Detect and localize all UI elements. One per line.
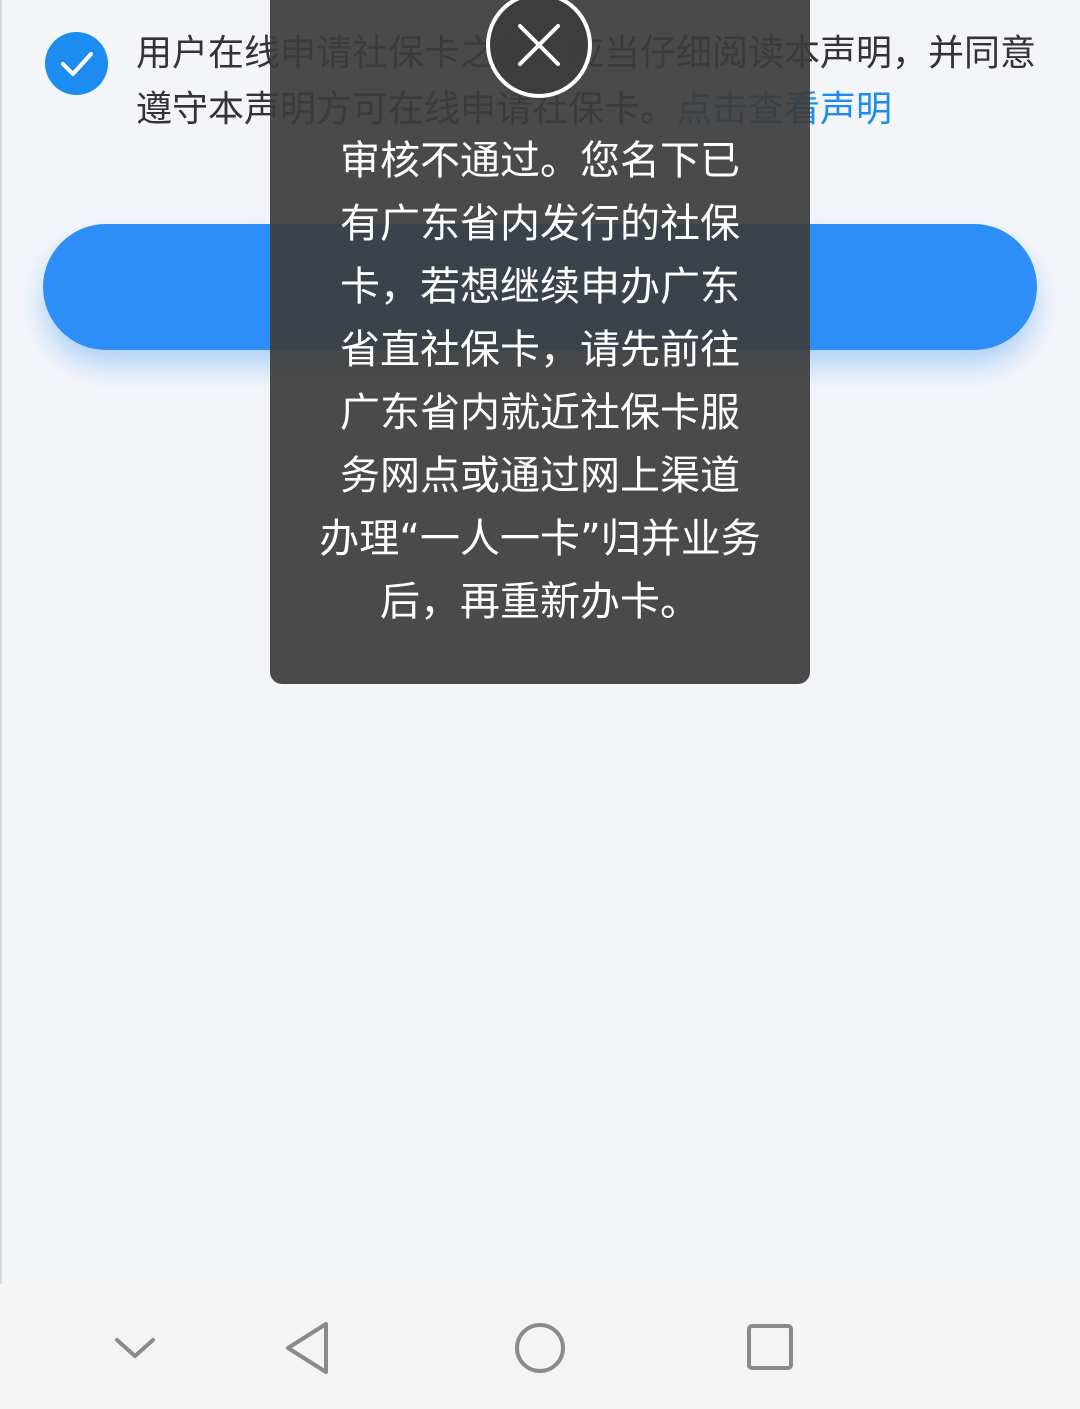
check-icon [61,52,93,76]
toast-message-line: 审核不通过。您名下已 [340,138,740,184]
system-nav-bar [0,1284,1080,1409]
close-icon [518,24,560,66]
nav-recents-button[interactable] [729,1308,809,1388]
chevron-down-icon [115,1338,155,1358]
toast-message-line: 卡，若想继续申办广东 [340,264,740,310]
left-edge-divider [0,0,2,1409]
agreement-checkbox[interactable] [45,32,108,95]
toast-message-line: 省直社保卡，请先前往 [340,327,740,373]
nav-collapse-button[interactable] [95,1308,175,1388]
recents-square-icon [747,1324,793,1370]
toast-message-line: 有广东省内发行的社保 [340,201,740,247]
toast-close-button[interactable] [486,0,592,98]
toast-message-line: 广东省内就近社保卡服 [340,390,740,436]
toast-message-line: 务网点或通过网上渠道 [340,453,740,499]
back-triangle-icon [286,1322,328,1374]
toast-message-line: 后，再重新办卡。 [380,579,700,625]
nav-back-button[interactable] [268,1308,348,1388]
toast-message-line: 办理“一人一卡”归并业务 [319,516,761,562]
toast-message: 审核不通过。您名下已 有广东省内发行的社保 卡，若想继续申办广东 省直社保卡，请… [270,130,810,634]
nav-home-button[interactable] [500,1308,580,1388]
home-circle-icon [515,1323,565,1373]
